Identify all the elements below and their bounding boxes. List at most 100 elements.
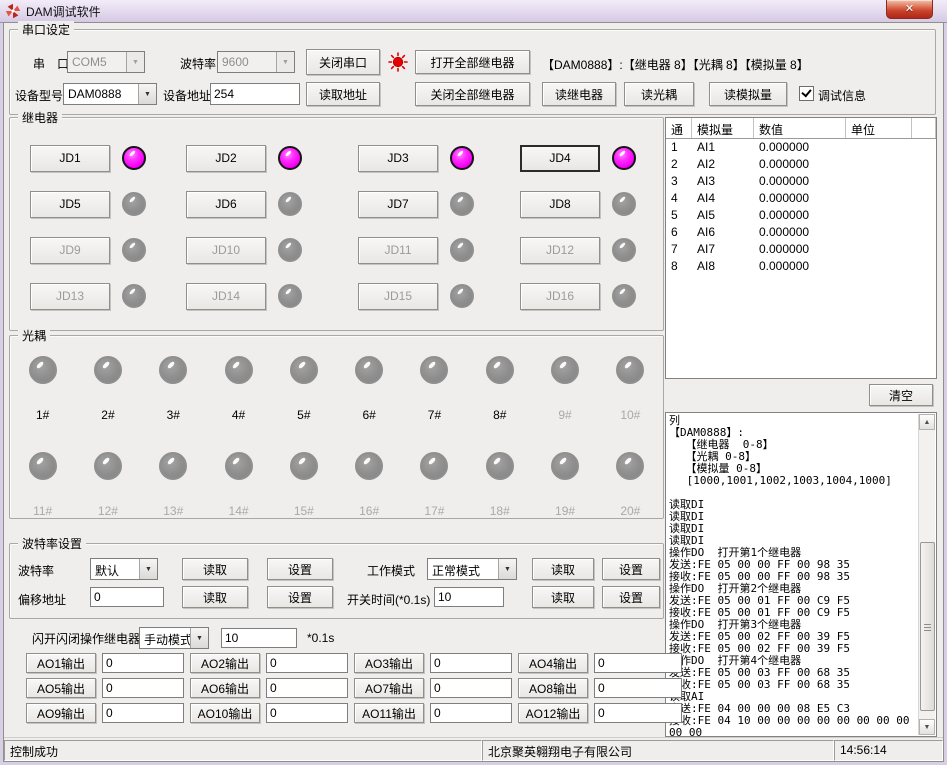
switch-time-set-button[interactable]: 设置 (602, 586, 660, 608)
relay-button[interactable]: JD7 (358, 191, 438, 218)
analog-output-input[interactable] (266, 703, 348, 723)
table-row[interactable]: 7 AI7 0.000000 (666, 241, 936, 258)
relay-cell: JD15 (358, 282, 520, 310)
scroll-down-icon[interactable]: ▼ (919, 719, 935, 735)
app-window: DAM调试软件 ✕ 串口设定 串 口 COM5 ▼ 波特率 9600 ▼ 关闭串… (0, 0, 947, 765)
relay-button[interactable]: JD15 (358, 283, 438, 310)
relay-button[interactable]: JD4 (520, 145, 600, 172)
offset-read-button[interactable]: 读取 (182, 586, 248, 608)
analog-output-input[interactable] (102, 653, 184, 673)
relay-button[interactable]: JD3 (358, 145, 438, 172)
close-all-relays-button[interactable]: 关闭全部继电器 (415, 82, 530, 106)
analog-output-input[interactable] (266, 678, 348, 698)
relay-button[interactable]: JD5 (30, 191, 110, 218)
debug-info-checkbox[interactable] (799, 86, 814, 101)
offset-address-input[interactable] (90, 587, 164, 607)
scrollbar-thumb[interactable] (920, 542, 935, 711)
log-output-box[interactable]: 列 【DAM0888】: 【继电器 0-8】 【光耦 0-8】 【模拟量 0-8… (665, 412, 937, 737)
relay-button[interactable]: JD8 (520, 191, 600, 218)
analog-output-input[interactable] (594, 703, 682, 723)
relay-button[interactable]: JD9 (30, 237, 110, 264)
read-relays-button[interactable]: 读继电器 (542, 82, 616, 106)
chevron-down-icon[interactable]: ▼ (190, 628, 208, 648)
cell-analog: AI3 (692, 173, 754, 190)
analog-output-input[interactable] (430, 703, 512, 723)
serial-port-combobox[interactable]: COM5 ▼ (67, 51, 145, 73)
analog-output-input[interactable] (102, 678, 184, 698)
offset-set-button[interactable]: 设置 (267, 586, 333, 608)
device-model-combobox[interactable]: DAM0888 ▼ (63, 83, 157, 105)
chevron-down-icon[interactable]: ▼ (276, 52, 294, 72)
cell-channel: 5 (666, 207, 692, 224)
read-address-button[interactable]: 读取地址 (306, 82, 380, 106)
table-row[interactable]: 6 AI6 0.000000 (666, 224, 936, 241)
chevron-down-icon[interactable]: ▼ (126, 52, 144, 72)
relay-button[interactable]: JD1 (30, 145, 110, 172)
analog-output-input[interactable] (102, 703, 184, 723)
close-button[interactable]: ✕ (886, 0, 933, 19)
table-row[interactable]: 2 AI2 0.000000 (666, 156, 936, 173)
status-time: 14:56:14 (834, 740, 943, 761)
analog-output-button[interactable]: AO1输出 (26, 653, 96, 673)
analog-output-input[interactable] (430, 653, 512, 673)
relay-button[interactable]: JD10 (186, 237, 266, 264)
chevron-down-icon[interactable]: ▼ (139, 559, 157, 579)
device-address-input[interactable] (210, 83, 300, 105)
title-bar[interactable]: DAM调试软件 ✕ (0, 0, 947, 23)
table-row[interactable]: 5 AI5 0.000000 (666, 207, 936, 224)
analog-output-button[interactable]: AO12输出 (518, 703, 588, 723)
baud-setting-combobox[interactable]: 默认 ▼ (90, 558, 158, 580)
analog-output-button[interactable]: AO8输出 (518, 678, 588, 698)
table-row[interactable]: 3 AI3 0.000000 (666, 173, 936, 190)
analog-output-input[interactable] (594, 678, 682, 698)
flash-time-input[interactable] (221, 628, 297, 648)
read-opto-button[interactable]: 读光耦 (624, 82, 694, 106)
analog-output-input[interactable] (430, 678, 512, 698)
relay-button[interactable]: JD16 (520, 283, 600, 310)
table-row[interactable]: 1 AI1 0.000000 (666, 139, 936, 156)
switch-time-input[interactable] (434, 587, 504, 607)
analog-output-button[interactable]: AO7输出 (354, 678, 424, 698)
cell-channel: 8 (666, 258, 692, 275)
col-header-value: 数值 (754, 118, 846, 138)
analog-output-input[interactable] (594, 653, 682, 673)
open-all-relays-button[interactable]: 打开全部继电器 (415, 50, 530, 74)
flash-mode-combobox[interactable]: 手动模式 ▼ (139, 627, 209, 649)
table-row[interactable]: 8 AI8 0.000000 (666, 258, 936, 275)
analog-output-input[interactable] (266, 653, 348, 673)
read-analog-button[interactable]: 读模拟量 (709, 82, 787, 106)
log-scrollbar[interactable]: ▲ ▼ (918, 414, 935, 735)
switch-time-read-button[interactable]: 读取 (532, 586, 594, 608)
cell-value: 0.000000 (754, 241, 846, 258)
analog-output-button[interactable]: AO4输出 (518, 653, 588, 673)
analog-output-button[interactable]: AO6输出 (190, 678, 260, 698)
chevron-down-icon[interactable]: ▼ (498, 559, 516, 579)
relay-button[interactable]: JD2 (186, 145, 266, 172)
analog-output-button[interactable]: AO5输出 (26, 678, 96, 698)
baud-set-button[interactable]: 设置 (267, 558, 333, 580)
scroll-up-icon[interactable]: ▲ (919, 414, 935, 430)
relay-button[interactable]: JD11 (358, 237, 438, 264)
close-serial-port-button[interactable]: 关闭串口 (306, 49, 380, 75)
relay-cell: JD7 (358, 190, 520, 218)
work-mode-combobox[interactable]: 正常模式 ▼ (427, 558, 517, 580)
baud-rate-combobox[interactable]: 9600 ▼ (217, 51, 295, 73)
analog-output-button[interactable]: AO2输出 (190, 653, 260, 673)
relay-button[interactable]: JD12 (520, 237, 600, 264)
analog-output-button[interactable]: AO3输出 (354, 653, 424, 673)
cell-value: 0.000000 (754, 258, 846, 275)
analog-output-button[interactable]: AO10输出 (190, 703, 260, 723)
clear-log-button[interactable]: 清空 (869, 384, 933, 406)
relay-button[interactable]: JD6 (186, 191, 266, 218)
relay-button[interactable]: JD14 (186, 283, 266, 310)
analog-output-button[interactable]: AO9输出 (26, 703, 96, 723)
work-mode-set-button[interactable]: 设置 (602, 558, 660, 580)
table-row[interactable]: 4 AI4 0.000000 (666, 190, 936, 207)
work-mode-read-button[interactable]: 读取 (532, 558, 594, 580)
analog-output-button[interactable]: AO11输出 (354, 703, 424, 723)
cell-extra (912, 190, 936, 207)
baud-read-button[interactable]: 读取 (182, 558, 248, 580)
relay-button[interactable]: JD13 (30, 283, 110, 310)
chevron-down-icon[interactable]: ▼ (138, 84, 156, 104)
col-header-unit: 单位 (846, 118, 912, 138)
